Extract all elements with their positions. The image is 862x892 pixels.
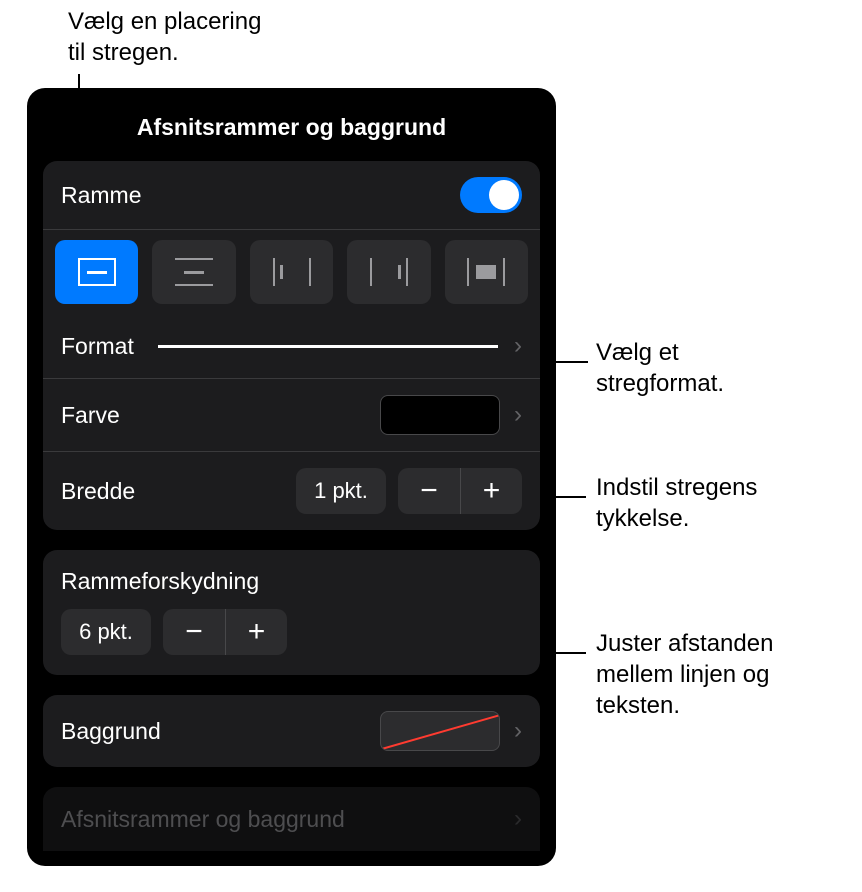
position-top-icon: [273, 258, 311, 286]
callout-width: Indstil stregens tykkelse.: [596, 472, 757, 534]
background-row[interactable]: Baggrund ›: [43, 695, 540, 767]
chevron-right-icon: ›: [514, 717, 522, 745]
callout-position: Vælg en placering til stregen.: [68, 6, 261, 68]
offset-value[interactable]: 6 pkt.: [61, 609, 151, 655]
width-stepper: − +: [398, 468, 522, 514]
callout-offset: Juster afstanden mellem linjen og tekste…: [596, 628, 773, 722]
color-label: Farve: [61, 402, 120, 429]
chevron-right-icon: ›: [514, 805, 522, 833]
offset-increase-button[interactable]: +: [225, 609, 287, 655]
panel-title: Afsnitsrammer og baggrund: [27, 88, 556, 161]
offset-stepper: − +: [163, 609, 287, 655]
offset-label: Rammeforskydning: [43, 550, 540, 603]
offset-controls: 6 pkt. − +: [43, 603, 540, 675]
format-preview: [158, 345, 498, 348]
position-right-button[interactable]: [347, 240, 430, 304]
color-row[interactable]: Farve ›: [43, 378, 540, 451]
format-label: Format: [61, 333, 134, 360]
border-section: Ramme: [43, 161, 540, 530]
chevron-right-icon: ›: [514, 332, 522, 360]
width-value[interactable]: 1 pkt.: [296, 468, 386, 514]
width-row: Bredde 1 pkt. − +: [43, 451, 540, 530]
border-position-row: [43, 229, 540, 314]
background-label: Baggrund: [61, 718, 161, 745]
width-label: Bredde: [61, 478, 135, 505]
position-all-button[interactable]: [55, 240, 138, 304]
position-right-icon: [370, 258, 408, 286]
width-increase-button[interactable]: +: [460, 468, 522, 514]
border-label: Ramme: [61, 182, 142, 209]
border-toggle-row: Ramme: [43, 161, 540, 229]
panel-body: Ramme: [27, 161, 556, 851]
offset-decrease-button[interactable]: −: [163, 609, 225, 655]
width-decrease-button[interactable]: −: [398, 468, 460, 514]
toggle-knob: [489, 180, 519, 210]
border-toggle[interactable]: [460, 177, 522, 213]
offset-section: Rammeforskydning 6 pkt. − +: [43, 550, 540, 675]
position-all-icon: [78, 258, 116, 286]
chevron-right-icon: ›: [514, 401, 522, 429]
position-bottom-icon: [175, 258, 213, 286]
callout-format: Vælg et stregformat.: [596, 337, 724, 399]
position-top-button[interactable]: [250, 240, 333, 304]
background-section: Baggrund ›: [43, 695, 540, 767]
format-row[interactable]: Format ›: [43, 314, 540, 378]
bottom-link-row[interactable]: Afsnitsrammer og baggrund ›: [43, 787, 540, 851]
position-inside-button[interactable]: [445, 240, 528, 304]
background-swatch-none: [380, 711, 500, 751]
position-inside-icon: [467, 258, 505, 286]
settings-panel: Afsnitsrammer og baggrund Ramme: [27, 88, 556, 866]
color-swatch: [380, 395, 500, 435]
position-bottom-button[interactable]: [152, 240, 235, 304]
bottom-link-label: Afsnitsrammer og baggrund: [61, 806, 345, 833]
